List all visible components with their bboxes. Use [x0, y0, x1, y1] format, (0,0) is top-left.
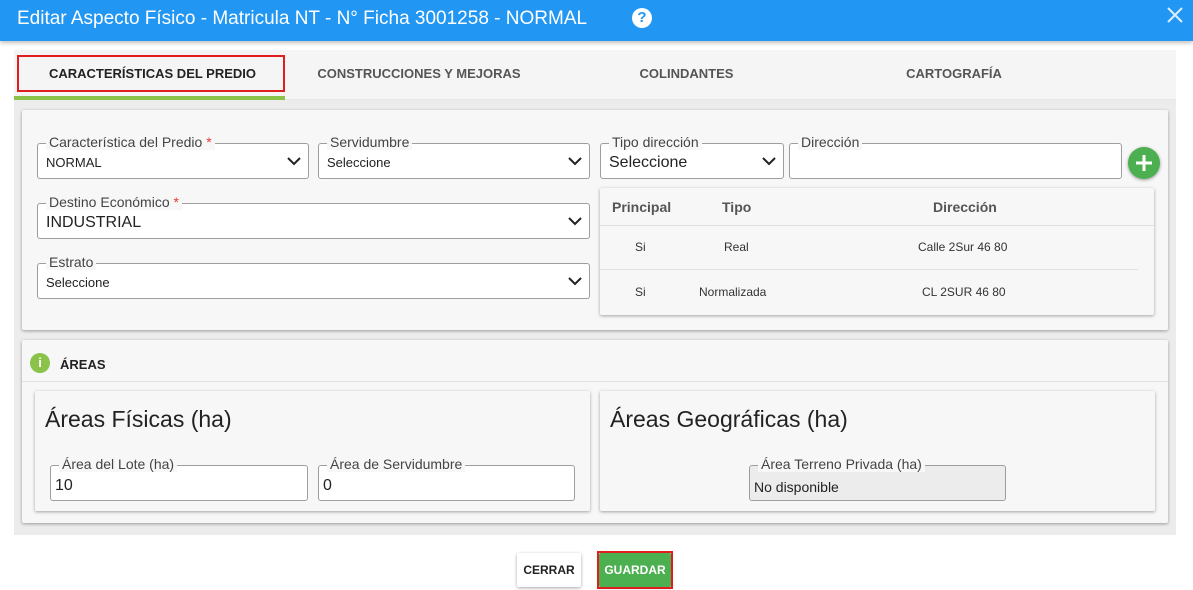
close-icon[interactable]	[1164, 4, 1186, 26]
destino-value: INDUSTRIAL	[46, 214, 142, 231]
close-button[interactable]: CERRAR	[517, 553, 581, 587]
dialog-title: Editar Aspecto Físico - Matricula NT - N…	[17, 8, 588, 29]
save-button-highlight	[597, 551, 673, 589]
caracteristica-select[interactable]: Característica del Predio * NORMAL	[37, 134, 309, 179]
chevron-down-icon	[568, 217, 582, 226]
area-servidumbre-value: 0	[323, 477, 332, 494]
cell-direccion: CL 2SUR 46 80	[922, 285, 1006, 299]
area-lote-value: 10	[55, 477, 73, 494]
col-direccion: Dirección	[933, 199, 997, 215]
cell-tipo: Normalizada	[699, 285, 767, 299]
info-icon: i	[30, 353, 50, 373]
col-tipo: Tipo	[722, 199, 752, 215]
chevron-down-icon	[287, 157, 301, 166]
header-divider	[600, 225, 1154, 226]
chevron-down-icon	[568, 277, 582, 286]
question-circle-icon[interactable]: ?	[632, 8, 652, 28]
direccion-label: Dirección	[798, 134, 863, 150]
servidumbre-select[interactable]: Servidumbre Seleccione	[318, 134, 590, 179]
divider	[22, 381, 1168, 382]
plus-icon[interactable]	[1128, 147, 1160, 179]
destino-label: Destino Económico *	[46, 194, 182, 210]
tipo-direccion-label: Tipo dirección	[609, 134, 702, 150]
cell-tipo: Real	[724, 240, 749, 254]
estrato-value: Seleccione	[46, 275, 110, 290]
cell-principal: Si	[635, 285, 646, 299]
area-servidumbre-input[interactable]: Área de Servidumbre 0	[318, 456, 575, 501]
servidumbre-value: Seleccione	[327, 155, 391, 170]
tipo-direccion-select[interactable]: Tipo dirección Seleccione	[600, 134, 784, 179]
tab-construcciones-y-mejoras[interactable]: CONSTRUCCIONES Y MEJORAS	[299, 50, 539, 100]
caracteristica-value: NORMAL	[46, 155, 102, 170]
area-terreno-privada-label: Área Terreno Privada (ha)	[758, 456, 925, 472]
destino-economico-select[interactable]: Destino Económico * INDUSTRIAL	[37, 194, 590, 239]
tab-cartografia[interactable]: CARTOGRAFÍA	[854, 50, 1054, 100]
areas-section-title: ÁREAS	[60, 357, 106, 372]
areas-fisicas-title: Áreas Físicas (ha)	[45, 406, 232, 432]
col-principal: Principal	[612, 199, 672, 215]
address-table: Principal Tipo Dirección Si Real Calle 2…	[600, 188, 1154, 315]
cell-direccion: Calle 2Sur 46 80	[918, 240, 1008, 254]
estrato-select[interactable]: Estrato Seleccione	[37, 254, 590, 299]
dialog-header: Editar Aspecto Físico - Matricula NT - N…	[0, 0, 1193, 41]
estrato-label: Estrato	[46, 254, 97, 270]
area-terreno-privada-input: Área Terreno Privada (ha) No disponible	[749, 456, 1006, 501]
row-divider	[600, 269, 1138, 270]
caracteristica-label: Característica del Predio *	[46, 134, 215, 150]
area-terreno-privada-value: No disponible	[754, 479, 839, 495]
servidumbre-label: Servidumbre	[327, 134, 413, 150]
cell-principal: Si	[635, 240, 646, 254]
tab-colindantes[interactable]: COLINDANTES	[584, 50, 789, 100]
area-lote-input[interactable]: Área del Lote (ha) 10	[50, 456, 308, 501]
areas-geograficas-title: Áreas Geográficas (ha)	[610, 406, 848, 432]
chevron-down-icon	[568, 157, 582, 166]
chevron-down-icon	[762, 157, 776, 166]
area-servidumbre-label: Área de Servidumbre	[327, 456, 466, 472]
active-tab-highlight	[17, 55, 285, 92]
area-lote-label: Área del Lote (ha)	[59, 456, 178, 472]
direccion-input[interactable]: Dirección	[789, 134, 1122, 179]
tipo-direccion-value: Seleccione	[609, 154, 688, 171]
